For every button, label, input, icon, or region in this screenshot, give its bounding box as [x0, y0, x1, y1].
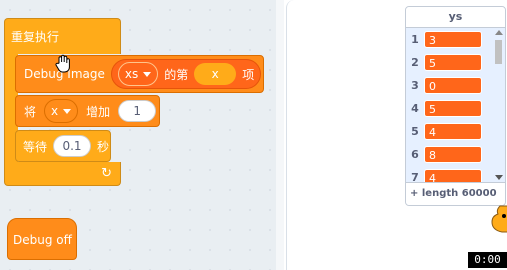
- list-length-label: length 60000: [421, 188, 497, 199]
- debug-off-label: Debug off: [13, 233, 72, 247]
- wait-seconds-value: 0.1: [62, 139, 82, 153]
- grab-hand-icon: [55, 54, 70, 73]
- list-item[interactable]: 2 5: [406, 51, 505, 74]
- list-dropdown[interactable]: xs: [117, 62, 159, 86]
- list-item[interactable]: 6 8: [406, 143, 505, 166]
- list-item[interactable]: 5 4: [406, 120, 505, 143]
- debug-image-block[interactable]: Debug Image xs 的第 x 项: [15, 55, 264, 93]
- list-dropdown-value: xs: [124, 67, 139, 81]
- list-item-value[interactable]: 3: [424, 31, 482, 48]
- change-prefix-label: 将: [24, 104, 37, 119]
- list-item-value[interactable]: 8: [424, 146, 482, 163]
- debug-off-block[interactable]: Debug off: [7, 218, 77, 260]
- list-monitor-footer: + length 60000 =: [406, 182, 505, 205]
- stage-timer: 0:00: [468, 252, 507, 268]
- scroll-down-icon[interactable]: [495, 175, 503, 180]
- dropdown-caret-icon: [143, 71, 152, 77]
- add-item-button[interactable]: +: [410, 188, 418, 199]
- wait-seconds-input[interactable]: 0.1: [53, 135, 92, 157]
- change-amount-value: 1: [133, 104, 141, 118]
- list-item-value[interactable]: 4: [424, 123, 482, 140]
- wait-block[interactable]: 等待 0.1 秒: [15, 130, 111, 162]
- wait-unit-label: 秒: [97, 139, 110, 154]
- scrollbar-thumb[interactable]: [495, 40, 502, 64]
- list-item[interactable]: 4 5: [406, 97, 505, 120]
- index-variable-name: x: [211, 67, 219, 81]
- dropdown-caret-icon: [63, 108, 72, 114]
- list-item-index: 5: [411, 125, 419, 138]
- list-item-value[interactable]: 0: [424, 77, 482, 94]
- change-mid-label: 增加: [86, 104, 111, 119]
- list-item-value[interactable]: 5: [424, 100, 482, 117]
- change-amount-input[interactable]: 1: [118, 100, 157, 122]
- list-item[interactable]: 1 3: [406, 28, 505, 51]
- scroll-up-icon[interactable]: [495, 30, 503, 35]
- change-variable-block[interactable]: 将 x 增加 1: [15, 95, 160, 127]
- repeat-forever-footer: ↻: [4, 162, 121, 186]
- list-item-index: 1: [411, 33, 419, 46]
- code-area-scrollbar[interactable]: [276, 0, 284, 270]
- of-label: 的第: [164, 67, 189, 82]
- list-item-index: 4: [411, 102, 419, 115]
- code-area[interactable]: 重复执行 ↻ Debug Image xs 的第 x 项 将 x 增加 1 等待…: [0, 0, 276, 270]
- loop-arrow-icon: ↻: [101, 166, 112, 181]
- variable-dropdown[interactable]: x: [44, 99, 79, 123]
- wait-label: 等待: [23, 139, 48, 154]
- index-variable-reporter[interactable]: x: [194, 63, 237, 85]
- repeat-forever-block[interactable]: 重复执行: [4, 18, 121, 54]
- list-item-index: 6: [411, 148, 419, 161]
- list-item-value[interactable]: 5: [424, 54, 482, 71]
- list-monitor-scrollbar[interactable]: [494, 30, 503, 180]
- sprite-cat-icon[interactable]: [486, 204, 507, 234]
- variable-dropdown-value: x: [51, 104, 59, 118]
- item-label: 项: [242, 67, 255, 82]
- list-item-index: 3: [411, 79, 419, 92]
- list-item-index: 2: [411, 56, 419, 69]
- list-item[interactable]: 3 0: [406, 74, 505, 97]
- repeat-forever-label: 重复执行: [11, 30, 60, 44]
- list-item-reporter[interactable]: xs 的第 x 项: [110, 59, 262, 89]
- list-monitor-body[interactable]: 1 3 2 5 3 0 4 5 5 4 6 8 7 4: [406, 28, 505, 184]
- list-monitor[interactable]: ys 1 3 2 5 3 0 4 5 5 4 6 8 7 4 + length …: [405, 6, 506, 206]
- list-monitor-title: ys: [406, 7, 505, 28]
